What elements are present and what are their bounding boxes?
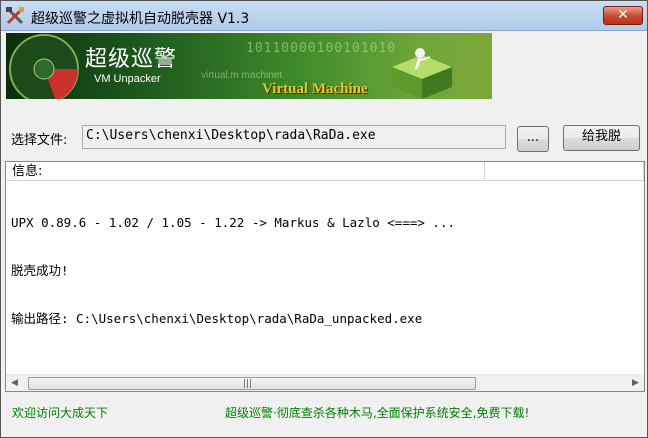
cube-figure-icon [392,48,452,99]
footer-link-left[interactable]: 欢迎访问大成天下 [12,404,108,421]
scroll-thumb[interactable]: ||| [28,377,476,390]
info-header: 信息: [6,162,644,181]
info-list[interactable]: 信息: UPX 0.89.6 - 1.02 / 1.05 - 1.22 -> M… [5,161,645,392]
file-label: 选择文件: [11,133,68,148]
banner-image: 超级巡警 VM Unpacker 10110000100101010 virtu… [6,33,492,99]
title-bar[interactable]: 超级巡警之虚拟机自动脱壳器 V1.3 ✕ [1,1,647,31]
file-path-field[interactable]: C:\Users\chenxi\Desktop\rada\RaDa.exe [82,125,506,149]
banner-binary-text: 10110000100101010 [246,41,397,56]
horizontal-scrollbar[interactable]: ◀ ||| ▶ [6,374,644,391]
shield-logo-icon [9,34,79,99]
list-item[interactable]: 输出路径: C:\Users\chenxi\Desktop\rada\RaDa_… [11,311,455,327]
list-item[interactable]: UPX 0.89.6 - 1.02 / 1.05 - 1.22 -> Marku… [11,215,455,231]
crossed-tools-icon [6,7,24,25]
browse-button[interactable]: ... [517,126,549,152]
info-lines: UPX 0.89.6 - 1.02 / 1.05 - 1.22 -> Marku… [11,183,455,359]
list-item[interactable]: 脱壳成功! [11,263,455,279]
window-title: 超级巡警之虚拟机自动脱壳器 V1.3 [31,11,250,27]
info-column-header[interactable]: 信息: [6,162,485,181]
scroll-left-icon[interactable]: ◀ [6,375,23,392]
app-window: 超级巡警之虚拟机自动脱壳器 V1.3 ✕ 超级巡警 VM Unpacker 10… [0,0,648,438]
close-icon: ✕ [617,7,629,23]
scroll-right-icon[interactable]: ▶ [627,375,644,392]
scroll-grip-icon: ||| [243,379,253,389]
close-button[interactable]: ✕ [603,6,643,25]
unpack-button[interactable]: 给我脱 [563,125,640,151]
footer-link-right[interactable]: 超级巡警·彻底查杀各种木马,全面保护系统安全,免费下载! [225,404,529,421]
banner-subtitle: VM Unpacker [94,73,161,85]
banner-url-text: virtual.m machinet [201,70,283,81]
banner-vm-text: Virtual Machine [262,81,368,97]
banner-brand: 超级巡警 [85,47,178,72]
info-column-header-empty [485,162,644,181]
